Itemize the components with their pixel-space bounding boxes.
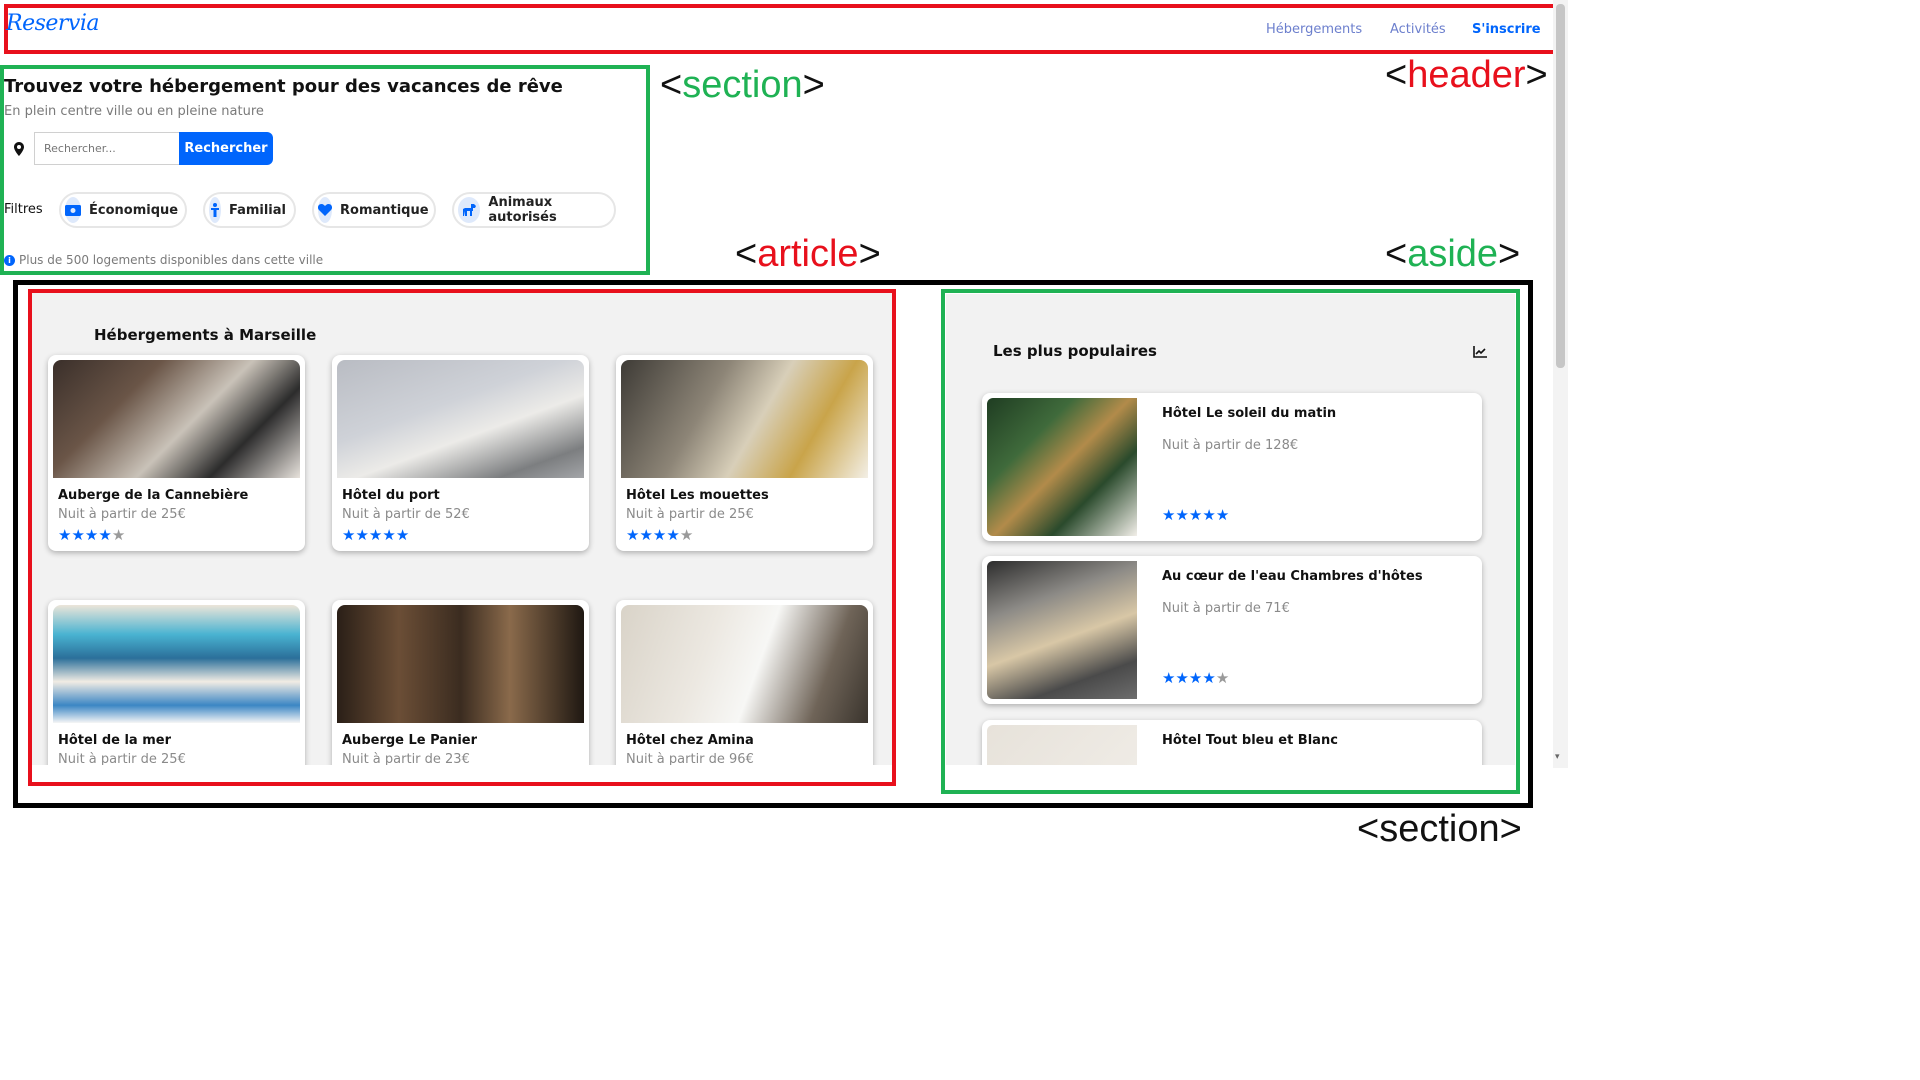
annotation-section-top: <section>: [660, 64, 825, 106]
child-icon: [209, 197, 221, 223]
lodging-name: Hôtel du port: [342, 488, 440, 503]
lodging-price: Nuit à partir de 71€: [1162, 601, 1290, 616]
lodging-photo: [337, 360, 584, 478]
lodging-photo: [987, 725, 1137, 765]
star-filled-icon: ★: [84, 526, 99, 544]
availability-info: i Plus de 500 logements disponibles dans…: [4, 253, 323, 267]
filter-label: Romantique: [340, 202, 429, 218]
rating-stars: ★★★★★: [1162, 669, 1229, 687]
filter-chip-familial[interactable]: Familial: [203, 192, 296, 228]
star-empty-icon: ★: [679, 526, 694, 544]
annotation-section-bottom: <section>: [1357, 808, 1522, 850]
star-filled-icon: ★: [1162, 669, 1176, 687]
lodging-name: Hôtel Tout bleu et Blanc: [1162, 733, 1338, 748]
article-card-grid: Auberge de la Cannebière Nuit à partir d…: [32, 293, 892, 765]
search-input[interactable]: [34, 132, 180, 165]
availability-text: Plus de 500 logements disponibles dans c…: [19, 253, 324, 267]
lodging-photo: [53, 605, 300, 723]
dog-icon: [458, 197, 481, 223]
annotation-header: <header>: [1385, 54, 1548, 96]
lodging-name: Hôtel chez Amina: [626, 733, 754, 748]
star-filled-icon: ★: [98, 526, 112, 544]
scrollbar-thumb[interactable]: [1556, 4, 1565, 368]
star-filled-icon: ★: [382, 526, 396, 544]
lodging-name: Auberge Le Panier: [342, 733, 478, 748]
money-icon: [65, 197, 81, 223]
popular-card[interactable]: Au cœur de l'eau Chambres d'hôtes Nuit à…: [982, 556, 1482, 704]
lodging-photo: [53, 360, 300, 478]
popular-card[interactable]: Hôtel Le soleil du matin Nuit à partir d…: [982, 393, 1482, 541]
lodging-photo: [987, 561, 1137, 699]
lodging-name: Hôtel Le soleil du matin: [1162, 406, 1337, 421]
lodging-card[interactable]: Hôtel du port Nuit à partir de 52€ ★★★★★: [332, 355, 589, 551]
rating-stars: ★★★★★: [616, 522, 873, 544]
nav-link-hebergements[interactable]: Hébergements: [1266, 22, 1362, 37]
star-filled-icon: ★: [368, 526, 383, 544]
lodging-price: Nuit à partir de 25€: [626, 507, 754, 522]
info-icon: i: [4, 254, 15, 266]
nav-link-signup[interactable]: S'inscrire: [1472, 22, 1541, 37]
annotation-article: <article>: [735, 233, 881, 275]
lodging-name: Hôtel de la mer: [58, 733, 172, 748]
star-filled-icon: ★: [395, 526, 410, 544]
star-filled-icon: ★: [1188, 506, 1203, 524]
star-empty-icon: ★: [111, 526, 126, 544]
rating-stars: ★★★★★: [332, 522, 589, 544]
filter-label: Économique: [89, 202, 179, 218]
star-filled-icon: ★: [1215, 506, 1230, 524]
rating-stars: ★★★★★: [48, 522, 305, 544]
lodging-name: Auberge de la Cannebière: [58, 488, 249, 503]
filter-chip-economique[interactable]: Économique: [59, 192, 187, 228]
star-filled-icon: ★: [666, 526, 680, 544]
nav-link-activites[interactable]: Activités: [1390, 22, 1446, 37]
filter-label: Animaux autorisés: [488, 195, 557, 225]
lodging-card[interactable]: Hôtel de la mer Nuit à partir de 25€ ★★★…: [48, 600, 305, 765]
popular-card[interactable]: Hôtel Tout bleu et Blanc: [982, 720, 1482, 765]
lodging-price: Nuit à partir de 25€: [58, 507, 186, 522]
lodging-price: Nuit à partir de 96€: [626, 752, 754, 765]
star-filled-icon: ★: [355, 526, 369, 544]
hero-title: Trouvez votre hébergement pour des vacan…: [4, 76, 563, 97]
lodging-card[interactable]: Hôtel chez Amina Nuit à partir de 96€ ★★…: [616, 600, 873, 765]
lodging-photo: [987, 398, 1137, 536]
lodging-card[interactable]: Auberge Le Panier Nuit à partir de 23€ ★…: [332, 600, 589, 765]
lodging-price: Nuit à partir de 25€: [58, 752, 186, 765]
star-filled-icon: ★: [1188, 669, 1203, 687]
star-filled-icon: ★: [1175, 506, 1189, 524]
star-filled-icon: ★: [626, 526, 640, 544]
filter-label: Familial: [228, 202, 286, 218]
star-filled-icon: ★: [1202, 669, 1216, 687]
lodging-photo: [621, 605, 868, 723]
filter-chip-animaux[interactable]: Animaux autorisés: [452, 192, 616, 228]
star-filled-icon: ★: [639, 526, 653, 544]
filter-chip-romantique[interactable]: Romantique: [312, 192, 436, 228]
lodging-card[interactable]: Auberge de la Cannebière Nuit à partir d…: [48, 355, 305, 551]
lodging-card[interactable]: Hôtel Les mouettes Nuit à partir de 25€ …: [616, 355, 873, 551]
annotation-aside: <aside>: [1385, 233, 1521, 275]
rating-stars: ★★★★★: [1162, 506, 1229, 524]
logo[interactable]: Reservia: [6, 11, 100, 36]
star-empty-icon: ★: [1215, 669, 1230, 687]
star-filled-icon: ★: [58, 526, 72, 544]
heart-icon: [318, 197, 332, 223]
lodging-price: Nuit à partir de 23€: [342, 752, 470, 765]
search-button[interactable]: Rechercher: [179, 132, 273, 165]
lodging-name: Au cœur de l'eau Chambres d'hôtes: [1162, 569, 1423, 584]
lodging-price: Nuit à partir de 52€: [342, 507, 470, 522]
star-filled-icon: ★: [1162, 506, 1176, 524]
star-filled-icon: ★: [71, 526, 85, 544]
popular-list: Hôtel Le soleil du matin Nuit à partir d…: [946, 294, 1515, 765]
lodging-photo: [337, 605, 584, 723]
lodging-photo: [621, 360, 868, 478]
star-filled-icon: ★: [342, 526, 356, 544]
scroll-down-arrow-icon[interactable]: ▾: [1555, 752, 1560, 762]
lodging-name: Hôtel Les mouettes: [626, 488, 769, 503]
location-pin-icon: [4, 132, 34, 165]
star-filled-icon: ★: [652, 526, 667, 544]
filters-label: Filtres: [4, 202, 43, 217]
star-filled-icon: ★: [1202, 506, 1216, 524]
hero-subtitle: En plein centre ville ou en pleine natur…: [4, 104, 264, 119]
star-filled-icon: ★: [1175, 669, 1189, 687]
lodging-price: Nuit à partir de 128€: [1162, 438, 1299, 453]
